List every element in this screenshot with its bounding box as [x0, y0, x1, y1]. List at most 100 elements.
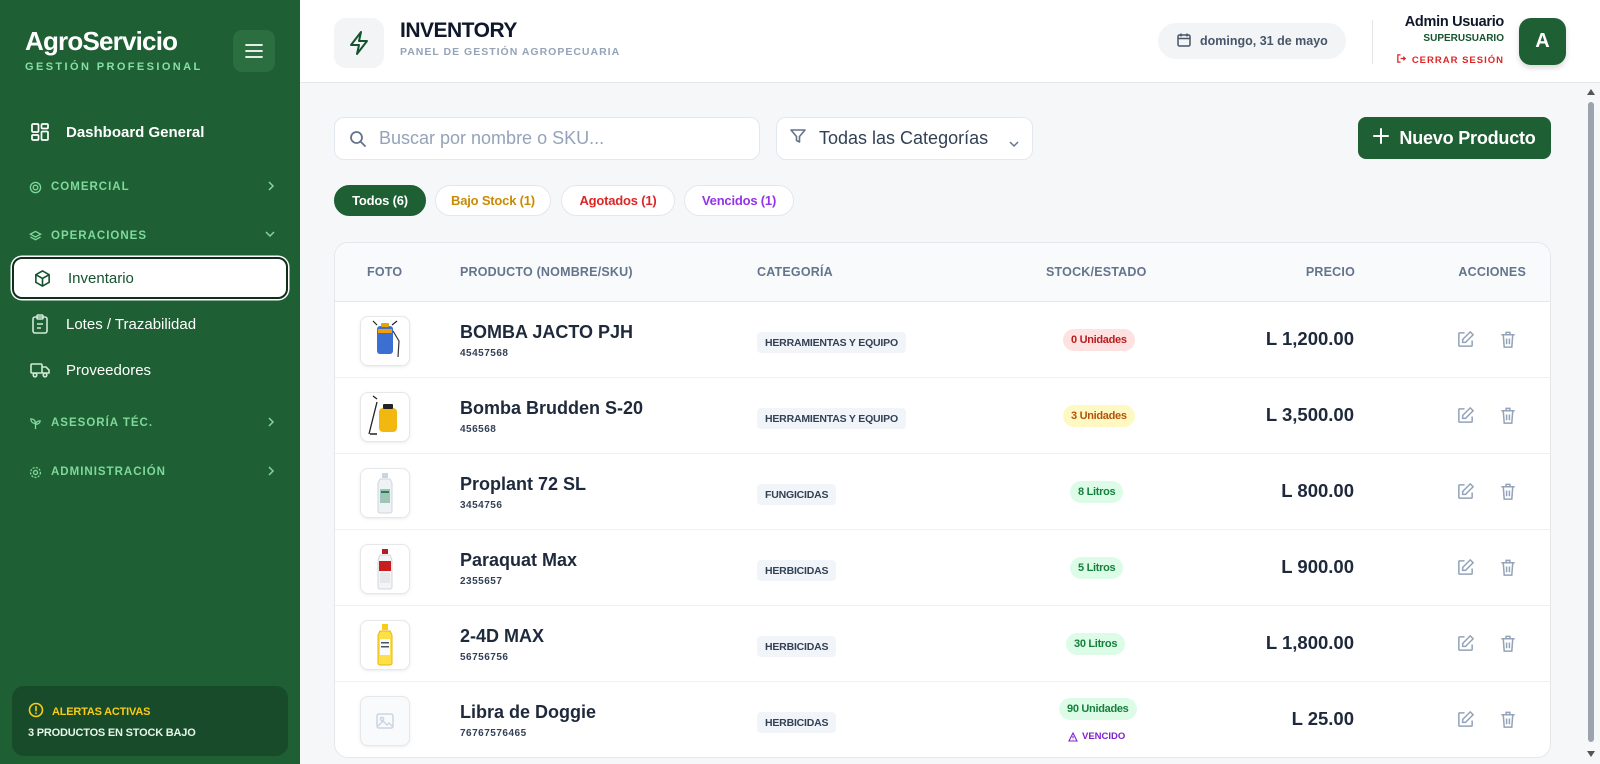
date-text: domingo, 31 de mayo [1200, 34, 1328, 48]
search-box[interactable] [334, 117, 760, 160]
filter-chip-todos[interactable]: Todos (6) [334, 185, 426, 216]
product-price: L 1,800.00 [1265, 632, 1354, 653]
column-header-acciones: ACCIONES [1458, 265, 1526, 279]
image-placeholder-icon [360, 696, 410, 746]
table-row[interactable]: Proplant 72 SL 3454756 FUNGICIDAS 8 Litr… [335, 454, 1550, 530]
warning-icon [1068, 731, 1078, 742]
scrollbar-thumb[interactable] [1588, 102, 1594, 742]
edit-button[interactable] [1454, 404, 1476, 426]
target-icon [29, 180, 43, 194]
trash-icon [1501, 635, 1515, 652]
sidebar-section-administracion[interactable]: ADMINISTRACIÓN [12, 460, 276, 484]
edit-button[interactable] [1454, 556, 1476, 578]
divider [1372, 20, 1373, 64]
scroll-up-arrow-icon [1587, 89, 1595, 95]
table-row[interactable]: Bomba Brudden S-20 456568 HERRAMIENTAS Y… [335, 378, 1550, 454]
calendar-icon [1176, 32, 1192, 51]
edit-button[interactable] [1454, 328, 1476, 350]
delete-button[interactable] [1497, 556, 1519, 578]
delete-button[interactable] [1497, 708, 1519, 730]
alert-box: ALERTAS ACTIVAS 3 PRODUCTOS EN STOCK BAJ… [12, 686, 288, 756]
sidebar-item-label: Inventario [68, 269, 134, 287]
hamburger-icon [245, 44, 263, 58]
product-image-sprayer-yellow [360, 392, 410, 442]
product-image-bottle-white [360, 468, 410, 518]
delete-button[interactable] [1497, 404, 1519, 426]
logout-icon [1396, 53, 1407, 67]
sidebar-section-comercial[interactable]: COMERCIAL [12, 175, 276, 199]
stock-badge: 8 Litros [1070, 481, 1124, 503]
sidebar-item-inventario[interactable]: Inventario [12, 257, 288, 299]
filter-chip-bajo-stock[interactable]: Bajo Stock (1) [435, 185, 551, 216]
sidebar-section-asesoria[interactable]: ASESORÍA TÉC. [12, 411, 276, 435]
sidebar-item-proveedores[interactable]: Proveedores [12, 349, 288, 391]
sidebar-item-label: Proveedores [66, 361, 152, 379]
table-row[interactable]: BOMBA JACTO PJH 45457568 HERRAMIENTAS Y … [335, 302, 1550, 378]
stock-badge: 30 Litros [1066, 633, 1126, 655]
filter-chip-agotados[interactable]: Agotados (1) [561, 185, 675, 216]
edit-icon [1457, 406, 1474, 423]
column-header-producto: PRODUCTO (NOMBRE/SKU) [460, 265, 633, 279]
chevron-right-icon [266, 180, 276, 195]
edit-icon [1457, 634, 1474, 651]
section-label: ASESORÍA TÉC. [51, 417, 154, 429]
filter-chip-vencidos[interactable]: Vencidos (1) [684, 185, 794, 216]
new-product-button[interactable]: Nuevo Producto [1358, 117, 1551, 159]
sidebar-item-lotes[interactable]: Lotes / Trazabilidad [12, 303, 288, 345]
sidebar-section-operaciones[interactable]: OPERACIONES [12, 224, 276, 248]
chevron-down-icon [264, 229, 276, 242]
product-price: L 25.00 [1291, 708, 1354, 729]
expired-label: VENCIDO [1068, 731, 1125, 742]
product-sku: 76767576465 [460, 728, 527, 739]
table-row[interactable]: Libra de Doggie 76767576465 HERBICIDAS 9… [335, 682, 1550, 757]
delete-button[interactable] [1497, 480, 1519, 502]
trash-icon [1501, 559, 1515, 576]
edit-button[interactable] [1454, 480, 1476, 502]
edit-icon [1457, 330, 1474, 347]
sidebar-item-label: Dashboard General [66, 123, 205, 141]
sidebar: AgroServicio GESTIÓN PROFESIONAL Dashboa… [0, 0, 300, 764]
product-name: Bomba Brudden S-20 [460, 398, 644, 418]
brand: AgroServicio GESTIÓN PROFESIONAL [25, 26, 203, 73]
product-image-sprayer-blue [360, 316, 410, 366]
clipboard-icon [30, 314, 50, 334]
product-sku: 2355657 [460, 576, 503, 587]
delete-button[interactable] [1497, 632, 1519, 654]
page-title: INVENTORY [400, 19, 517, 42]
product-price: L 900.00 [1281, 556, 1354, 577]
edit-icon [1457, 482, 1474, 499]
product-sku: 45457568 [460, 348, 509, 359]
category-badge: HERBICIDAS [757, 636, 837, 657]
expired-text: VENCIDO [1082, 731, 1126, 742]
table-header: FOTO PRODUCTO (NOMBRE/SKU) CATEGORÍA STO… [335, 243, 1550, 302]
dashboard-icon [30, 122, 50, 142]
menu-toggle-button[interactable] [233, 30, 275, 72]
avatar[interactable]: A [1519, 18, 1566, 65]
table-row[interactable]: 2-4D MAX 56756756 HERBICIDAS 30 Litros L… [335, 606, 1550, 682]
edit-button[interactable] [1454, 632, 1476, 654]
product-price: L 3,500.00 [1265, 404, 1354, 425]
scrollbar[interactable] [1586, 88, 1596, 758]
category-badge: HERBICIDAS [757, 560, 837, 581]
box-icon [32, 268, 52, 288]
stock-badge: 0 Unidades [1063, 329, 1135, 351]
edit-button[interactable] [1454, 708, 1476, 730]
page-subtitle: PANEL DE GESTIÓN AGROPECUARIA [400, 46, 621, 58]
inventory-table: FOTO PRODUCTO (NOMBRE/SKU) CATEGORÍA STO… [334, 242, 1551, 758]
column-header-categoria: CATEGORÍA [757, 265, 833, 279]
product-price: L 1,200.00 [1265, 328, 1354, 349]
delete-button[interactable] [1497, 328, 1519, 350]
layers-icon [29, 229, 43, 243]
search-input[interactable] [379, 128, 739, 149]
product-name: BOMBA JACTO PJH [460, 322, 634, 342]
table-row[interactable]: Paraquat Max 2355657 HERBICIDAS 5 Litros… [335, 530, 1550, 606]
alert-circle-icon [28, 702, 44, 721]
sidebar-item-dashboard[interactable]: Dashboard General [12, 111, 288, 153]
logout-link[interactable]: CERRAR SESIÓN [1396, 53, 1504, 67]
product-image-bottle-red [360, 544, 410, 594]
alert-text: 3 PRODUCTOS EN STOCK BAJO [28, 727, 196, 739]
user-role: SUPERUSUARIO [1423, 33, 1504, 44]
product-price: L 800.00 [1281, 480, 1354, 501]
category-select[interactable]: Todas las Categorías [776, 117, 1033, 160]
category-badge: FUNGICIDAS [757, 484, 837, 505]
